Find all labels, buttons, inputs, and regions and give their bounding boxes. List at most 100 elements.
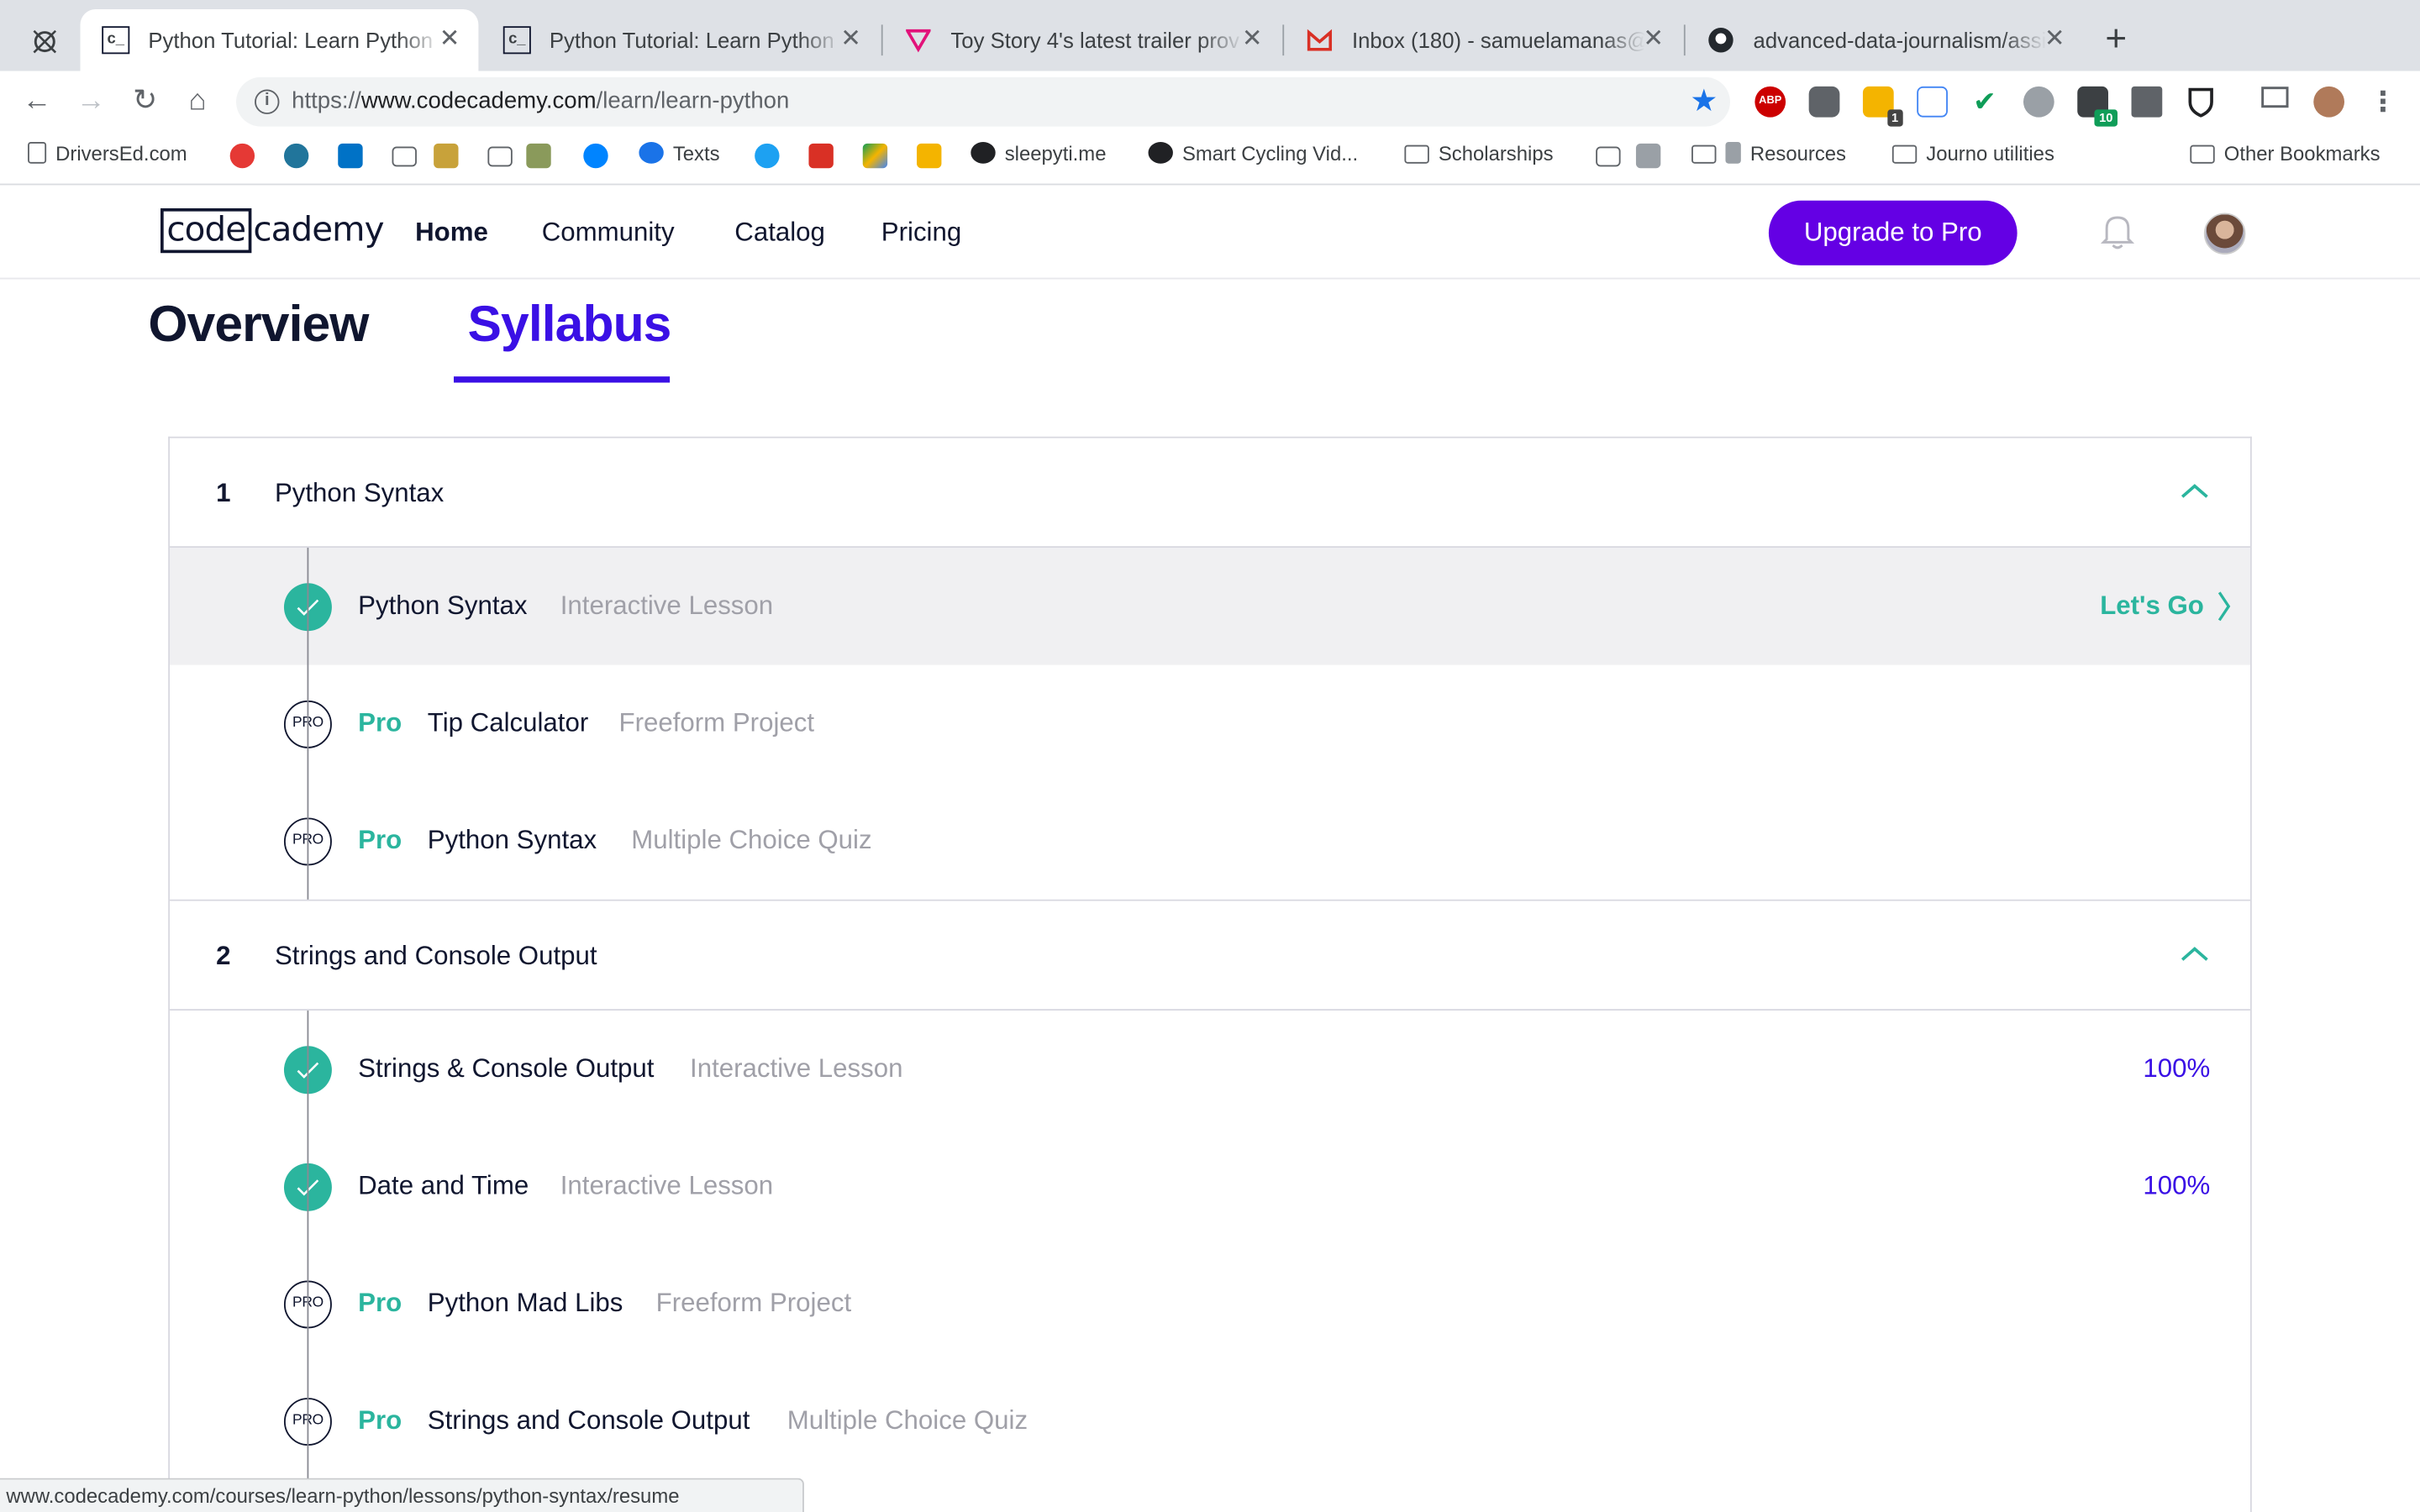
bookmark-driversed[interactable]: DriversEd.com (28, 133, 187, 176)
tab-title: advanced-data-journalism/assi (1753, 28, 2047, 53)
bookmark-texts[interactable]: Texts (639, 133, 720, 176)
wordpress-icon[interactable] (283, 143, 309, 169)
chevron-up-icon[interactable] (2179, 942, 2210, 964)
tag-icon[interactable] (1635, 143, 1661, 169)
user-avatar[interactable] (2203, 213, 2246, 255)
module-header-1[interactable]: 1 Python Syntax (170, 438, 2250, 549)
tab-syllabus[interactable]: Syllabus (468, 295, 672, 354)
folder-icon[interactable] (1596, 146, 1621, 167)
extension-b-icon[interactable]: 10 (2077, 86, 2118, 127)
close-tab-icon[interactable]: ✕ (840, 9, 861, 71)
page-icon (28, 141, 47, 164)
item-type: Interactive Lesson (560, 1171, 774, 1200)
texts-icon (639, 141, 664, 164)
browser-tab-5[interactable]: advanced-data-journalism/assi ✕ (1686, 9, 2084, 71)
module-title: Strings and Console Output (274, 941, 597, 971)
pro-label: Pro (358, 1288, 402, 1318)
bookmark-other[interactable]: Other Bookmarks (2190, 133, 2381, 176)
tools-icon[interactable] (526, 143, 551, 169)
list-item[interactable]: PRO Pro Python Syntax Multiple Choice Qu… (170, 782, 2250, 900)
codecademy-icon: c_ (502, 26, 531, 55)
browser-tab-strip: c_ Python Tutorial: Learn Python F ✕ c_ … (0, 0, 2420, 71)
lets-go-button[interactable]: Let's Go (2100, 548, 2204, 665)
stack-extension-icon[interactable] (2131, 86, 2163, 118)
power-extension-icon[interactable] (2023, 86, 2054, 118)
site-info-icon[interactable]: i (255, 89, 280, 114)
folder-icon[interactable] (392, 146, 417, 167)
address-bar[interactable]: i https://www.codecademy.com/learn/learn… (236, 76, 1730, 127)
bookmark-resources[interactable]: Resources (1691, 133, 1846, 176)
progress-percent: 100% (2143, 1171, 2211, 1200)
list-item[interactable]: PRO Pro Strings and Console Output Multi… (170, 1362, 2250, 1480)
cat-icon[interactable] (434, 143, 459, 169)
drive-icon[interactable] (862, 143, 888, 169)
close-tab-icon[interactable]: ✕ (1643, 9, 1664, 71)
bookmark-scholarships[interactable]: Scholarships (1404, 133, 1554, 176)
close-tab-icon[interactable]: ✕ (2044, 9, 2065, 71)
progress-percent: 100% (2143, 1053, 2211, 1084)
checkmark-extension-icon[interactable]: ✔ (1970, 87, 2001, 118)
cycling-icon (1148, 141, 1173, 164)
menu-kebab-icon[interactable]: ⋮ (2368, 87, 2399, 118)
extension-a-icon[interactable]: 1 (1862, 86, 1903, 127)
reload-icon[interactable]: ↻ (127, 83, 164, 120)
gmail-icon[interactable] (808, 143, 834, 169)
browser-tab-4[interactable]: Inbox (180) - samuelamanas@g ✕ (1284, 9, 1682, 71)
tab-overview[interactable]: Overview (148, 295, 369, 354)
close-tab-icon[interactable]: ✕ (439, 9, 460, 71)
asterisk-icon[interactable] (229, 143, 255, 169)
list-item[interactable]: Python Syntax Interactive Lesson Let's G… (170, 548, 2250, 665)
list-item[interactable]: Date and Time Interactive Lesson 100% (170, 1128, 2250, 1246)
item-title: Tip Calculator (427, 708, 589, 738)
cast-icon[interactable] (2260, 87, 2291, 118)
folder-icon[interactable] (487, 146, 513, 167)
nav-home[interactable]: Home (415, 186, 488, 279)
browser-toolbar: ← → ↻ ⌂ i https://www.codecademy.com/lea… (0, 71, 2420, 133)
pocket-icon[interactable] (1808, 86, 1840, 118)
close-tab-icon[interactable]: ✕ (1242, 9, 1263, 71)
pro-label: Pro (358, 825, 402, 855)
twitter-icon[interactable] (755, 143, 780, 169)
back-icon[interactable]: ← (18, 83, 55, 120)
bookmark-smart-cycling[interactable]: Smart Cycling Vid... (1148, 133, 1358, 176)
list-item[interactable]: PRO Pro Tip Calculator Freeform Project (170, 665, 2250, 783)
upgrade-to-pro-button[interactable]: Upgrade to Pro (1768, 200, 2018, 265)
adblock-icon[interactable]: ABP (1754, 86, 1786, 118)
new-tab-button[interactable]: + (2105, 17, 2127, 63)
shield-icon[interactable] (2186, 87, 2217, 118)
chevron-up-icon[interactable] (2179, 480, 2210, 501)
item-type: Interactive Lesson (690, 1053, 903, 1084)
outlook-icon[interactable] (338, 143, 363, 169)
github-icon (1707, 26, 1734, 54)
nav-catalog[interactable]: Catalog (734, 186, 825, 279)
folder-icon (1691, 144, 1717, 164)
keep-icon[interactable] (917, 143, 942, 169)
list-item[interactable]: PRO Pro Python Mad Libs Freeform Project (170, 1245, 2250, 1362)
item-title: Date and Time (358, 1171, 529, 1200)
moon-icon (971, 141, 996, 164)
bookmark-sleepytime[interactable]: sleepyti.me (971, 133, 1106, 176)
bookmark-journo-utilities[interactable]: Journo utilities (1891, 133, 2054, 176)
module-number: 2 (216, 941, 231, 971)
profile-avatar-icon[interactable] (2313, 86, 2345, 118)
nav-community[interactable]: Community (542, 186, 675, 279)
browser-tab-1[interactable]: c_ Python Tutorial: Learn Python F ✕ (80, 9, 479, 71)
chevron-right-icon[interactable] (2217, 591, 2232, 622)
url-text[interactable]: https://www.codecademy.com/learn/learn-p… (292, 77, 789, 127)
forward-icon[interactable]: → (72, 83, 109, 120)
browser-tab-2[interactable]: c_ Python Tutorial: Learn Python F ✕ (481, 9, 880, 71)
item-type: Interactive Lesson (560, 591, 774, 621)
nav-pricing[interactable]: Pricing (881, 186, 961, 279)
module-header-2[interactable]: 2 Strings and Console Output (170, 900, 2250, 1011)
bookmark-star-icon[interactable]: ★ (1690, 81, 1718, 120)
list-item[interactable]: Strings & Console Output Interactive Les… (170, 1011, 2250, 1128)
item-type: Multiple Choice Quiz (631, 825, 872, 855)
docs-icon[interactable] (1917, 86, 1948, 118)
codecademy-logo[interactable]: code cademy (160, 207, 385, 254)
notification-bell-icon[interactable] (2100, 213, 2135, 249)
browser-tab-3[interactable]: Toy Story 4's latest trailer prov ✕ (883, 9, 1281, 71)
messenger-icon[interactable] (583, 143, 608, 169)
site-header: code cademy Home Community Catalog Pricin… (0, 186, 2420, 280)
app-logo-icon[interactable] (28, 24, 61, 58)
home-icon[interactable]: ⌂ (179, 83, 216, 120)
